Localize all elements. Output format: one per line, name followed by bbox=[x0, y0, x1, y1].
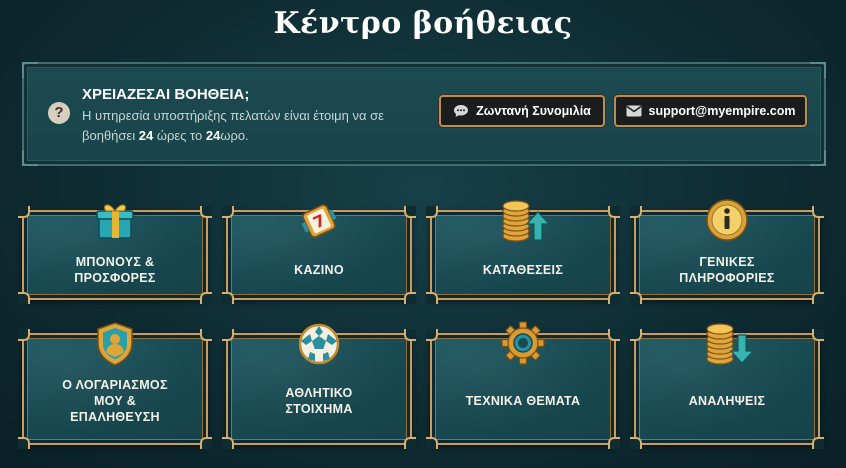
frame-notch bbox=[608, 329, 620, 341]
frame-notch bbox=[222, 292, 234, 304]
frame-notch bbox=[812, 206, 824, 218]
frame-notch bbox=[222, 437, 234, 449]
category-label-line: ΑΝΑΛΗΨΕΙΣ bbox=[688, 394, 766, 408]
frame-notch bbox=[812, 437, 824, 449]
category-label: ΓΕΝΙΚΕΣ ΠΛΗΡΟΦΟΡΙΕΣ bbox=[646, 254, 808, 286]
category-label-line: ΑΘΛΗΤΙΚΟ bbox=[285, 386, 353, 400]
category-label-line: ΚΑΤΑΘΕΣΕΙΣ bbox=[482, 263, 564, 277]
frame-notch bbox=[630, 329, 642, 341]
frame-notch bbox=[630, 292, 642, 304]
help-text-hours-2: 24 bbox=[205, 128, 221, 143]
frame-corner bbox=[810, 150, 826, 166]
frame-notch bbox=[608, 292, 620, 304]
help-description: Η υπηρεσία υποστήριξης πελατών είναι έτο… bbox=[82, 106, 422, 146]
category-label-line: ΠΡΟΣΦΟΡΕΣ bbox=[74, 271, 156, 285]
category-label-line: ΤΕΧΝΙΚΑ ΘΕΜΑΤΑ bbox=[465, 394, 581, 408]
frame-notch bbox=[222, 206, 234, 218]
account-shield-icon bbox=[94, 321, 136, 372]
category-label-line: ΜΠΟΝΟΥΣ & bbox=[75, 255, 155, 269]
category-label-line: ΚΑΖΙΝΟ bbox=[294, 263, 344, 277]
category-label-line: ΣΤΟΙΧΗΜΑ bbox=[285, 402, 353, 416]
category-label: ΚΑΖΙΝΟ bbox=[238, 262, 400, 278]
category-withdrawals[interactable]: ΑΝΑΛΗΨΕΙΣ bbox=[630, 323, 824, 449]
frame-notch bbox=[608, 206, 620, 218]
info-icon bbox=[705, 198, 749, 247]
live-chat-label: Ζωντανή Συνομιλία bbox=[476, 104, 591, 118]
frame-notch bbox=[222, 329, 234, 341]
help-text-3: ωρο. bbox=[220, 128, 249, 143]
gift-box-icon bbox=[93, 198, 137, 247]
category-label-line: ΜΟΥ & bbox=[93, 394, 137, 408]
frame-notch bbox=[812, 292, 824, 304]
envelope-icon bbox=[626, 105, 642, 117]
frame-notch bbox=[404, 329, 416, 341]
category-casino[interactable]: 7 ΚΑΖΙΝΟ bbox=[222, 204, 416, 304]
category-general-info[interactable]: ΓΕΝΙΚΕΣ ΠΛΗΡΟΦΟΡΙΕΣ bbox=[630, 199, 824, 304]
frame-notch bbox=[200, 206, 212, 218]
frame-notch bbox=[630, 206, 642, 218]
email-label: support@myempire.com bbox=[648, 104, 796, 118]
category-label-line: Ο ΛΟΓΑΡΙΑΣΜΟΣ bbox=[62, 378, 168, 392]
page-title: Κέντρο βοήθειας bbox=[273, 6, 573, 41]
email-support-button[interactable]: support@myempire.com bbox=[614, 95, 807, 127]
category-label-line: ΓΕΝΙΚΕΣ bbox=[699, 255, 755, 269]
help-text-hours: 24 bbox=[138, 128, 154, 143]
frame-notch bbox=[608, 437, 620, 449]
category-bonuses-offers[interactable]: ΜΠΟΝΟΥΣ & ΠΡΟΣΦΟΡΕΣ bbox=[18, 204, 212, 304]
category-label: ΤΕΧΝΙΚΑ ΘΕΜΑΤΑ bbox=[442, 393, 604, 409]
frame-notch bbox=[200, 437, 212, 449]
frame-corner bbox=[22, 150, 38, 166]
frame-notch bbox=[426, 292, 438, 304]
chat-bubble-icon bbox=[453, 104, 469, 118]
frame-notch bbox=[426, 437, 438, 449]
frame-notch bbox=[18, 292, 30, 304]
frame-notch bbox=[18, 206, 30, 218]
gear-icon bbox=[501, 321, 545, 370]
category-label: ΜΠΟΝΟΥΣ & ΠΡΟΣΦΟΡΕΣ bbox=[34, 254, 196, 286]
frame-notch bbox=[404, 206, 416, 218]
frame-notch bbox=[630, 437, 642, 449]
football-icon bbox=[298, 323, 340, 370]
category-technical-issues[interactable]: ΤΕΧΝΙΚΑ ΘΕΜΑΤΑ bbox=[426, 321, 620, 449]
slot-reel-icon: 7 bbox=[297, 200, 341, 247]
frame-notch bbox=[404, 437, 416, 449]
question-icon: ? bbox=[48, 102, 70, 124]
frame-notch bbox=[812, 329, 824, 341]
category-label-line: ΠΛΗΡΟΦΟΡΙΕΣ bbox=[679, 271, 775, 285]
category-label: ΑΝΑΛΗΨΕΙΣ bbox=[646, 393, 808, 409]
frame-notch bbox=[200, 329, 212, 341]
category-sports-betting[interactable]: ΑΘΛΗΤΙΚΟ ΣΤΟΙΧΗΜΑ bbox=[222, 323, 416, 449]
frame-corner bbox=[810, 62, 826, 78]
category-label: ΚΑΤΑΘΕΣΕΙΣ bbox=[442, 262, 604, 278]
frame-notch bbox=[18, 437, 30, 449]
category-label: Ο ΛΟΓΑΡΙΑΣΜΟΣ ΜΟΥ & ΕΠΑΛΗΘΕΥΣΗ bbox=[34, 377, 196, 425]
frame-corner bbox=[22, 62, 38, 78]
category-account-verification[interactable]: Ο ΛΟΓΑΡΙΑΣΜΟΣ ΜΟΥ & ΕΠΑΛΗΘΕΥΣΗ bbox=[18, 322, 212, 449]
coins-withdraw-icon bbox=[702, 321, 755, 372]
help-banner: ? ΧΡΕΙΑΖΕΣΑΙ ΒΟΗΘΕΙΑ; Η υπηρεσία υποστήρ… bbox=[22, 62, 826, 166]
category-label-line: ΕΠΑΛΗΘΕΥΣΗ bbox=[70, 410, 160, 424]
frame-notch bbox=[426, 206, 438, 218]
category-deposits[interactable]: ΚΑΤΑΘΕΣΕΙΣ bbox=[426, 200, 620, 304]
frame-notch bbox=[426, 329, 438, 341]
frame-notch bbox=[200, 292, 212, 304]
help-heading: ΧΡΕΙΑΖΕΣΑΙ ΒΟΗΘΕΙΑ; bbox=[82, 86, 250, 103]
frame-notch bbox=[404, 292, 416, 304]
coins-deposit-icon bbox=[498, 198, 551, 249]
live-chat-button[interactable]: Ζωντανή Συνομιλία bbox=[439, 95, 605, 127]
category-label: ΑΘΛΗΤΙΚΟ ΣΤΟΙΧΗΜΑ bbox=[238, 385, 400, 417]
frame-notch bbox=[18, 329, 30, 341]
help-text-2: ώρες το bbox=[156, 128, 203, 143]
